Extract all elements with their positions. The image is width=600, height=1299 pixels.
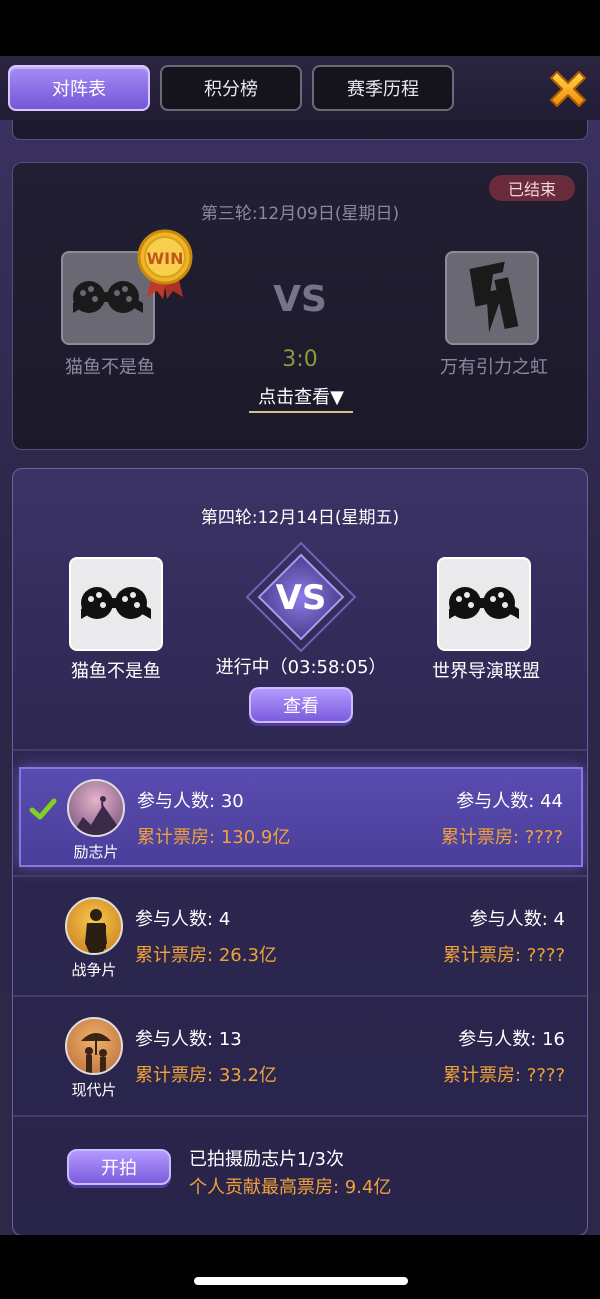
start-filming-button[interactable]: 开拍 bbox=[67, 1149, 171, 1185]
home-indicator[interactable] bbox=[194, 1277, 408, 1285]
genre-label: 战争片 bbox=[71, 961, 117, 979]
left-box-office: 累计票房: 33.2亿 bbox=[135, 1065, 277, 1086]
divider bbox=[13, 875, 587, 877]
team-right-logo[interactable] bbox=[445, 251, 539, 345]
view-details-link[interactable]: 点击查看▼ bbox=[249, 383, 353, 413]
left-participants: 参与人数: 30 bbox=[137, 791, 244, 812]
right-box-office: 累计票房: ???? bbox=[442, 1065, 565, 1086]
left-participants: 参与人数: 13 bbox=[135, 1029, 242, 1050]
left-box-office: 累计票房: 130.9亿 bbox=[137, 827, 291, 848]
right-box-office: 累计票房: ???? bbox=[442, 945, 565, 966]
personal-contribution-text: 个人贡献最高票房: 9.4亿 bbox=[189, 1177, 392, 1198]
tab-season-history[interactable]: 赛季历程 bbox=[312, 65, 454, 111]
tab-leaderboard[interactable]: 积分榜 bbox=[160, 65, 302, 111]
filmed-count-text: 已拍摄励志片1/3次 bbox=[189, 1149, 344, 1170]
genre-label: 励志片 bbox=[73, 843, 119, 861]
genre-label: 现代片 bbox=[71, 1081, 117, 1099]
vs-label: VS bbox=[276, 578, 327, 618]
genre-row-modern[interactable]: 现代片 参与人数: 13 累计票房: 33.2亿 参与人数: 16 累计票房: … bbox=[19, 1007, 583, 1107]
divider bbox=[13, 1115, 587, 1117]
tab-match-table[interactable]: 对阵表 bbox=[8, 65, 150, 111]
match-list[interactable]: 已结束 第三轮:12月09日(星期日) WIN 猫鱼不是鱼 VS 3:0 万有引… bbox=[0, 120, 600, 1235]
team-left-logo[interactable] bbox=[69, 557, 163, 651]
right-participants: 参与人数: 16 bbox=[458, 1029, 565, 1050]
genre-row-war[interactable]: 战争片 参与人数: 4 累计票房: 26.3亿 参与人数: 4 累计票房: ??… bbox=[19, 887, 583, 987]
header: 对阵表 积分榜 赛季历程 bbox=[0, 56, 600, 120]
match-status: 进行中（03:58:05） bbox=[215, 657, 387, 678]
status-badge: 已结束 bbox=[489, 175, 575, 201]
view-button[interactable]: 查看 bbox=[249, 687, 353, 723]
right-box-office: 累计票房: ???? bbox=[440, 827, 563, 848]
close-x-icon[interactable] bbox=[543, 64, 593, 114]
team-right-name: 万有引力之虹 bbox=[440, 357, 548, 378]
win-label: WIN bbox=[147, 249, 184, 268]
genre-row-inspirational[interactable]: 励志片 参与人数: 30 累计票房: 130.9亿 参与人数: 44 累计票房:… bbox=[19, 767, 583, 867]
round-title: 第四轮:12月14日(星期五) bbox=[200, 508, 400, 528]
lightning-film-icon bbox=[469, 261, 519, 333]
film-reel-icon bbox=[81, 587, 151, 619]
check-icon bbox=[29, 798, 57, 820]
left-box-office: 累计票房: 26.3亿 bbox=[135, 945, 277, 966]
team-right-logo[interactable] bbox=[437, 557, 531, 651]
genre-avatar-umbrella-couple-icon bbox=[65, 1017, 123, 1075]
right-participants: 参与人数: 44 bbox=[456, 791, 563, 812]
match-card-round-4: 第四轮:12月14日(星期五) 猫鱼不是鱼 VS 进行中（03:58:05） 查… bbox=[12, 468, 588, 1235]
team-right-name: 世界导演联盟 bbox=[432, 661, 540, 682]
previous-match-card-edge bbox=[12, 120, 588, 140]
vs-diamond-icon: VS bbox=[245, 541, 357, 653]
round-title: 第三轮:12月09日(星期日) bbox=[200, 204, 400, 224]
genre-avatar-soldier-icon bbox=[65, 897, 123, 955]
left-participants: 参与人数: 4 bbox=[135, 909, 231, 930]
match-card-round-3: 已结束 第三轮:12月09日(星期日) WIN 猫鱼不是鱼 VS 3:0 万有引… bbox=[12, 162, 588, 450]
genre-avatar-mountain-climber-icon bbox=[67, 779, 125, 837]
divider bbox=[13, 995, 587, 997]
divider bbox=[13, 749, 587, 751]
status-bar bbox=[0, 0, 600, 56]
bottom-bar bbox=[0, 1235, 600, 1299]
film-reel-icon bbox=[449, 587, 519, 619]
right-participants: 参与人数: 4 bbox=[469, 909, 565, 930]
